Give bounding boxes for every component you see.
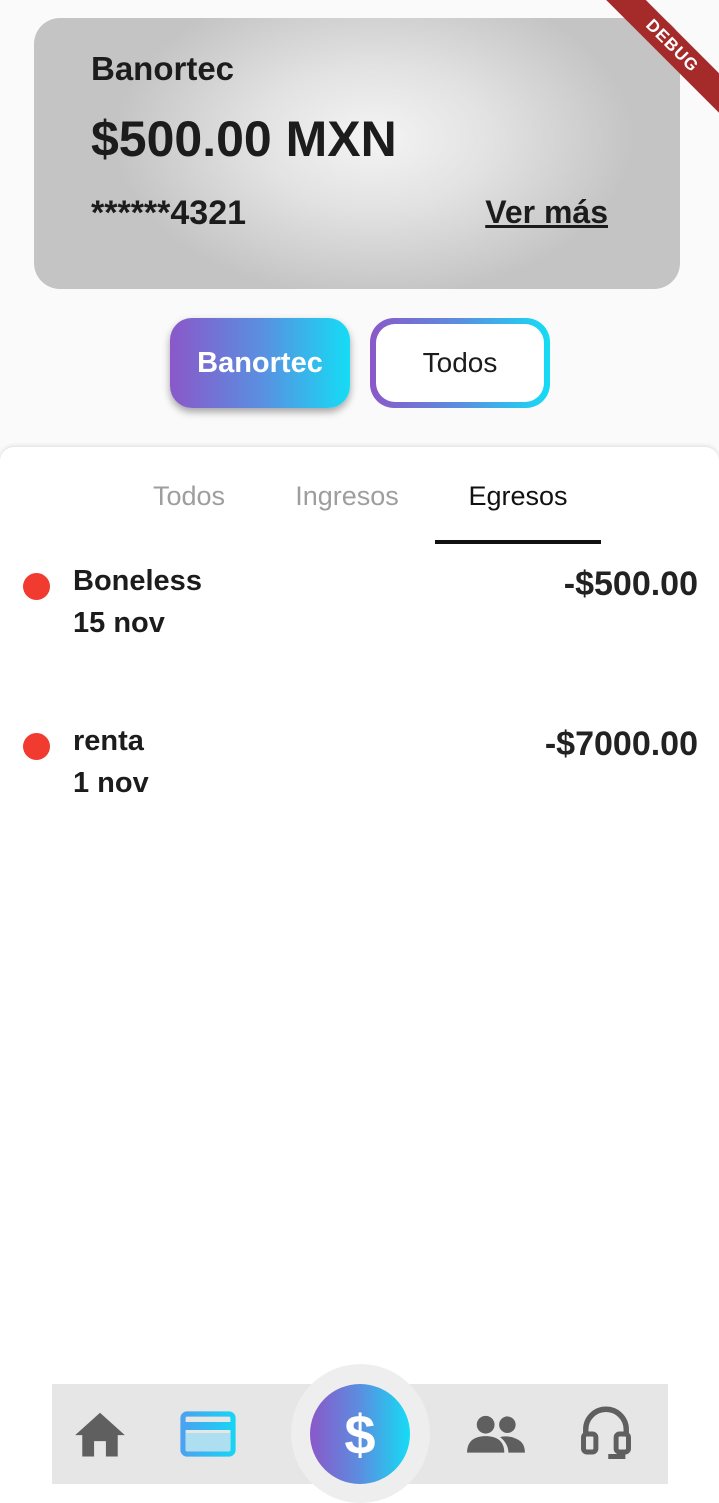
transaction-name: Boneless — [73, 565, 202, 597]
transaction-date: 15 nov — [73, 607, 165, 639]
transaction-row[interactable]: Boneless 15 nov -$500.00 — [0, 557, 719, 657]
filter-chip-selected-label: Banortec — [197, 346, 323, 379]
transaction-row[interactable]: renta 1 nov -$7000.00 — [0, 717, 719, 817]
see-more-link[interactable]: Ver más — [485, 194, 608, 231]
card-masked-number: ******4321 — [91, 194, 247, 232]
account-card: Banortec $500.00 MXN ******4321 Ver más — [34, 18, 680, 289]
expense-status-dot — [23, 733, 50, 760]
account-filter-chips: Banortec Todos — [0, 318, 719, 410]
nav-contacts[interactable] — [464, 1402, 528, 1466]
expense-status-dot — [23, 573, 50, 600]
transaction-name: renta — [73, 725, 144, 757]
transaction-amount: -$7000.00 — [544, 725, 698, 763]
card-bank-name: Banortec — [91, 50, 235, 87]
filter-chip-all-label: Todos — [422, 347, 498, 378]
filter-chip-selected[interactable]: Banortec — [170, 318, 350, 408]
card-balance: $500.00 MXN — [91, 111, 397, 167]
nav-home[interactable] — [68, 1402, 132, 1466]
tab-todos[interactable]: Todos — [106, 447, 272, 545]
nav-cards[interactable] — [176, 1402, 240, 1466]
transaction-date: 1 nov — [73, 767, 149, 799]
transaction-tabs: Todos Ingresos Egresos — [0, 447, 719, 545]
headset-icon — [581, 1406, 631, 1459]
transactions-sheet: Todos Ingresos Egresos Boneless 15 nov -… — [0, 447, 719, 1503]
transaction-amount: -$500.00 — [563, 565, 698, 603]
filter-chip-all[interactable]: Todos — [370, 318, 550, 408]
group-icon — [467, 1415, 525, 1453]
nav-support[interactable] — [574, 1402, 638, 1466]
tab-indicator — [435, 540, 601, 544]
tab-egresos[interactable]: Egresos — [435, 447, 601, 545]
transactions-fab[interactable]: $ — [310, 1384, 410, 1484]
dollar-icon: $ — [344, 1402, 376, 1466]
home-icon — [75, 1412, 125, 1457]
tab-ingresos[interactable]: Ingresos — [264, 447, 430, 545]
credit-card-icon — [180, 1411, 236, 1457]
